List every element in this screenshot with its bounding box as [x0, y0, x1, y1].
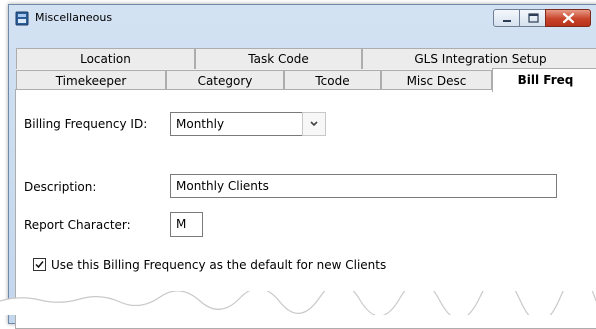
title-bar[interactable]: Miscellaneous: [9, 5, 596, 31]
report-character-label: Report Character:: [24, 218, 131, 232]
checkmark-icon: [35, 261, 44, 269]
minimize-icon: [503, 20, 511, 22]
tab-category[interactable]: Category: [166, 70, 284, 91]
tab-tcode[interactable]: Tcode: [284, 70, 381, 91]
billing-frequency-id-label: Billing Frequency ID:: [24, 117, 148, 131]
description-label: Description:: [24, 180, 97, 194]
app-icon: [15, 11, 29, 26]
tab-bill-freq[interactable]: Bill Freq: [492, 68, 596, 92]
description-input[interactable]: Monthly Clients: [170, 174, 557, 198]
maximize-icon: [528, 13, 539, 23]
default-frequency-label[interactable]: Use this Billing Frequency as the defaul…: [51, 258, 386, 272]
close-button[interactable]: [545, 9, 591, 27]
tab-gls-integration-setup[interactable]: GLS Integration Setup: [362, 48, 596, 69]
report-character-input[interactable]: M: [170, 212, 203, 237]
maximize-button[interactable]: [519, 9, 546, 27]
tab-task-code[interactable]: Task Code: [195, 48, 362, 69]
minimize-button[interactable]: [493, 9, 520, 27]
billing-frequency-dropdown-button[interactable]: [302, 112, 326, 136]
tab-row-1: Location Task Code GLS Integration Setup: [16, 48, 596, 70]
close-icon: [562, 12, 575, 24]
window-title: Miscellaneous: [35, 11, 113, 24]
torn-edge-decoration: [0, 291, 596, 315]
billing-frequency-id-combobox[interactable]: Monthly: [170, 112, 303, 136]
tab-location[interactable]: Location: [16, 48, 195, 69]
tab-timekeeper[interactable]: Timekeeper: [16, 70, 166, 91]
tab-misc-desc[interactable]: Misc Desc: [381, 70, 492, 91]
chevron-down-icon: [310, 121, 318, 127]
default-frequency-checkbox[interactable]: [33, 258, 46, 271]
